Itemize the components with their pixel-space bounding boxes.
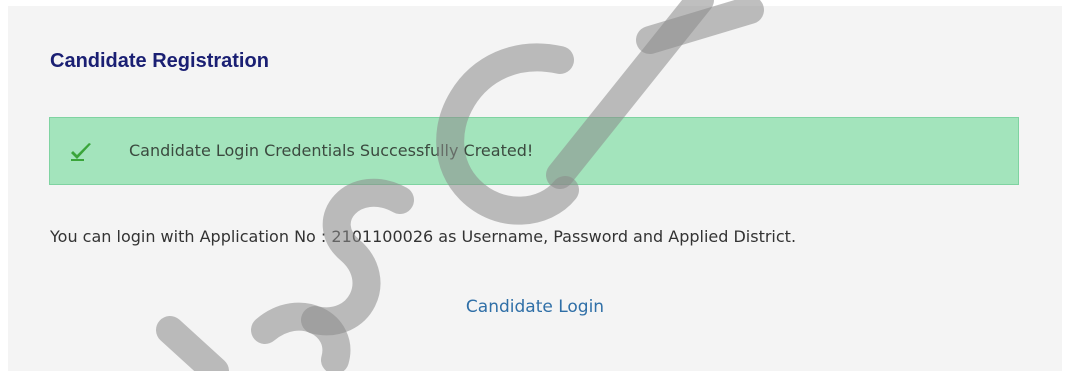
alert-message: Candidate Login Credentials Successfully… <box>129 141 534 160</box>
page-title: Candidate Registration <box>50 50 269 72</box>
login-instructions: You can login with Application No : 2101… <box>50 227 797 246</box>
check-icon <box>70 142 92 162</box>
candidate-login-link[interactable]: Candidate Login <box>0 297 1070 317</box>
success-alert: Candidate Login Credentials Successfully… <box>49 117 1019 185</box>
